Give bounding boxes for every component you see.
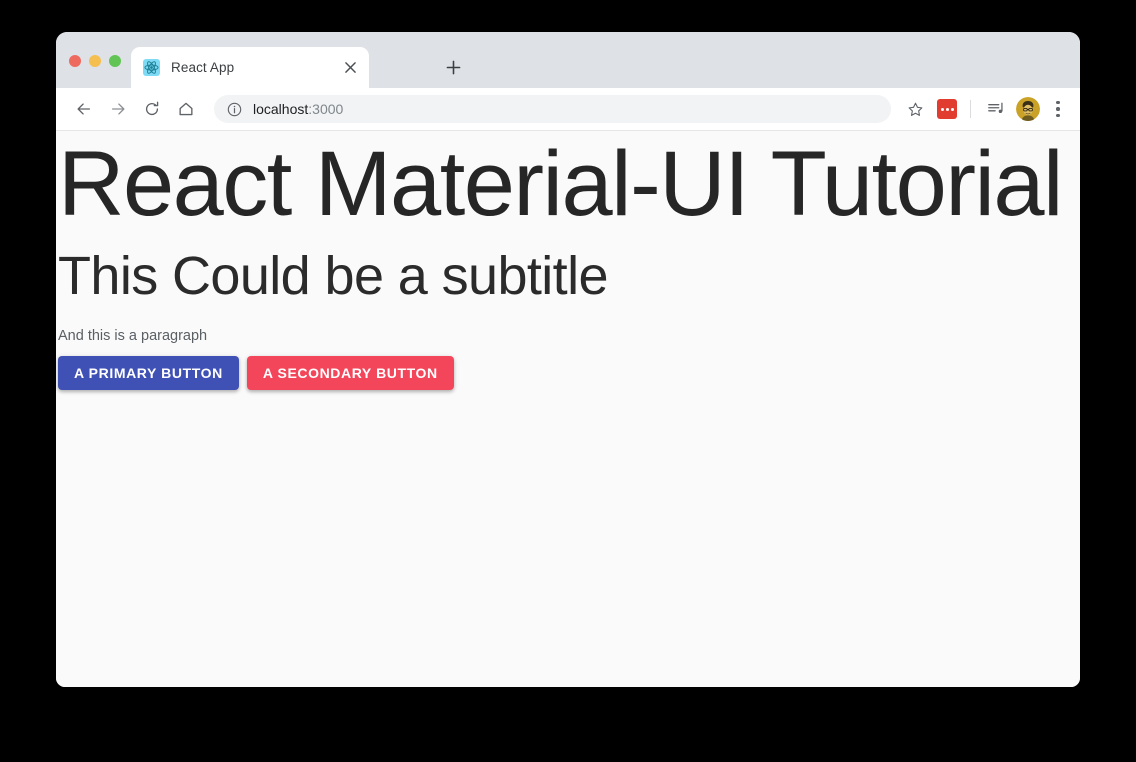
queue-music-icon[interactable] xyxy=(982,95,1010,123)
new-tab-button[interactable] xyxy=(440,54,466,80)
url-port: :3000 xyxy=(308,101,344,117)
ext-dot xyxy=(945,107,949,111)
three-dot-menu-icon[interactable] xyxy=(1046,95,1070,123)
extension-badge xyxy=(937,99,957,119)
browser-toolbar: localhost:3000 xyxy=(56,88,1080,131)
browser-tab-react-app[interactable]: React App xyxy=(131,47,369,88)
reload-icon[interactable] xyxy=(138,95,166,123)
forward-arrow-icon[interactable] xyxy=(104,95,132,123)
react-logo-icon xyxy=(143,59,160,76)
window-maximize-button[interactable] xyxy=(109,55,121,67)
url-text: localhost:3000 xyxy=(253,101,343,117)
url-host: localhost xyxy=(253,101,309,117)
menu-dot xyxy=(1056,107,1060,111)
home-icon[interactable] xyxy=(172,95,200,123)
address-bar[interactable]: localhost:3000 xyxy=(214,95,891,123)
window-minimize-button[interactable] xyxy=(89,55,101,67)
page-title: React Material-UI Tutorial xyxy=(58,133,1064,235)
menu-dot xyxy=(1056,100,1060,105)
back-arrow-icon[interactable] xyxy=(70,95,98,123)
primary-button[interactable]: A PRIMARY BUTTON xyxy=(58,356,239,390)
page-paragraph: And this is a paragraph xyxy=(58,328,208,344)
ext-dot xyxy=(950,107,954,111)
page-subtitle: This Could be a subtitle xyxy=(58,246,609,306)
window-controls xyxy=(69,55,121,67)
browser-window: React App localhost:3000 React Material-… xyxy=(56,32,1080,687)
toolbar-actions xyxy=(897,95,1080,123)
user-avatar[interactable] xyxy=(1016,97,1040,121)
tab-strip: React App xyxy=(56,32,1080,88)
app-root: React Material-UI Tutorial This Could be… xyxy=(56,131,1080,390)
window-close-button[interactable] xyxy=(69,55,81,67)
page-viewport: React Material-UI Tutorial This Could be… xyxy=(56,131,1080,687)
tab-close-icon[interactable] xyxy=(341,59,359,77)
info-circle-icon[interactable] xyxy=(226,101,242,117)
button-row: A PRIMARY BUTTON A SECONDARY BUTTON xyxy=(56,345,1080,390)
tab-title: React App xyxy=(171,60,235,75)
star-icon[interactable] xyxy=(901,95,929,123)
toolbar-divider xyxy=(970,100,971,118)
ext-dot xyxy=(940,107,944,111)
extension-red-icon[interactable] xyxy=(933,95,961,123)
secondary-button[interactable]: A SECONDARY BUTTON xyxy=(246,356,454,390)
menu-dot xyxy=(1056,113,1060,118)
